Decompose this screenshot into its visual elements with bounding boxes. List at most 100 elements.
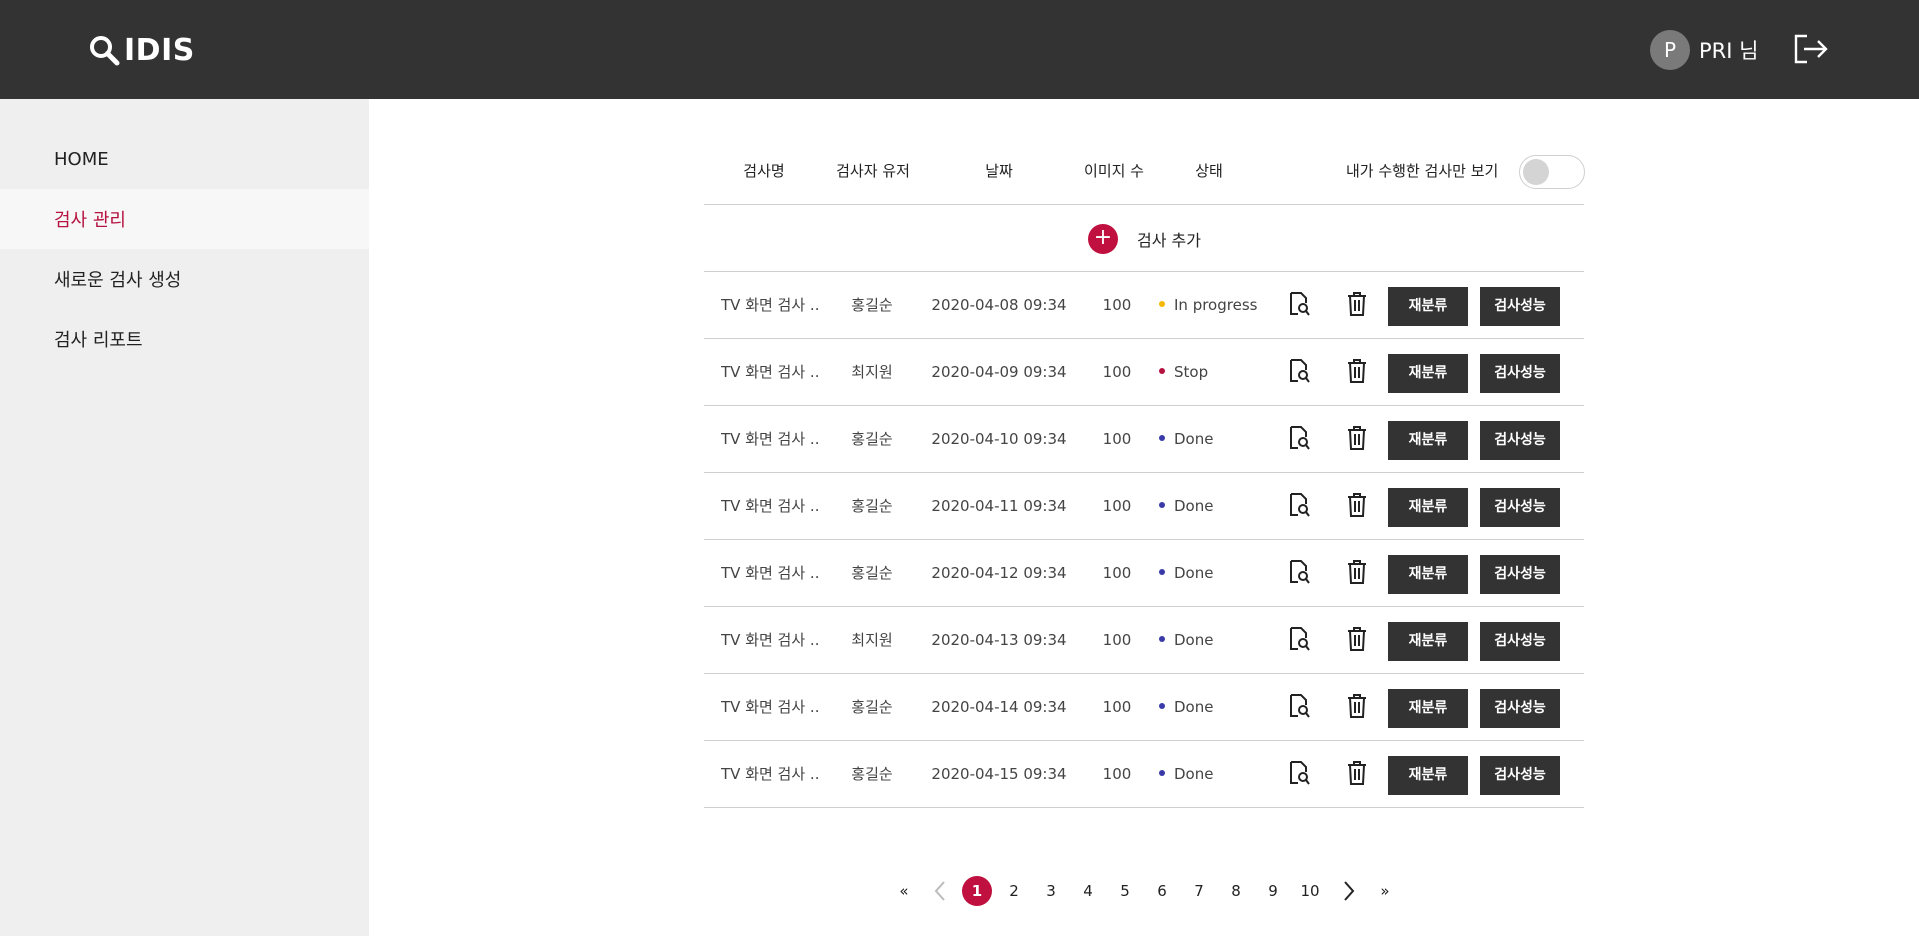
reclassify-button[interactable]: 재분류 bbox=[1388, 287, 1468, 326]
last-page-button[interactable]: » bbox=[1370, 876, 1400, 906]
trash-icon[interactable] bbox=[1345, 626, 1369, 652]
view-document-icon[interactable] bbox=[1287, 760, 1311, 786]
status-dot bbox=[1159, 434, 1165, 441]
table-row[interactable]: TV 화면 검사 ... 홍길순 2020-04-08 09:34 100 In pro… bbox=[704, 272, 1584, 339]
inspection-name: TV 화면 검사 ... bbox=[721, 631, 821, 649]
view-document-icon[interactable] bbox=[1287, 693, 1311, 719]
add-inspection-row: + 검사 추가 bbox=[704, 205, 1584, 272]
inspection-name: TV 화면 검사 ... bbox=[721, 497, 821, 515]
page-button[interactable]: 10 bbox=[1295, 876, 1325, 906]
image-count: 100 bbox=[1102, 698, 1132, 716]
add-inspection-button[interactable]: + 검사 추가 bbox=[1088, 223, 1201, 255]
column-header-image-count[interactable]: 이미지 수 bbox=[1069, 150, 1159, 192]
table-row[interactable]: TV 화면 검사 ... 최지원 2020-04-09 09:34 100 Stop 재분… bbox=[704, 339, 1584, 406]
table-row[interactable]: TV 화면 검사 ... 홍길순 2020-04-11 09:34 100 Done 재분… bbox=[704, 473, 1584, 540]
inspection-performance-button[interactable]: 검사성능 bbox=[1480, 287, 1560, 326]
reclassify-button[interactable]: 재분류 bbox=[1388, 689, 1468, 728]
column-header-date[interactable]: 날짜 bbox=[954, 150, 1044, 192]
column-header-user[interactable]: 검사자 유저 bbox=[820, 150, 926, 192]
page-button[interactable]: 3 bbox=[1036, 876, 1066, 906]
inspection-date: 2020-04-15 09:34 bbox=[931, 765, 1067, 783]
status-label: Done bbox=[1174, 564, 1214, 582]
status-dot bbox=[1159, 769, 1165, 776]
inspection-performance-button[interactable]: 검사성능 bbox=[1480, 622, 1560, 661]
first-page-button[interactable]: « bbox=[889, 876, 919, 906]
sidebar: HOME 검사 관리 새로운 검사 생성 검사 리포트 bbox=[0, 99, 369, 936]
page-button[interactable]: 9 bbox=[1258, 876, 1288, 906]
view-document-icon[interactable] bbox=[1287, 291, 1311, 317]
view-document-icon[interactable] bbox=[1287, 358, 1311, 384]
reclassify-button[interactable]: 재분류 bbox=[1388, 555, 1468, 594]
view-document-icon[interactable] bbox=[1287, 626, 1311, 652]
my-inspections-toggle[interactable] bbox=[1519, 155, 1585, 189]
user-menu[interactable]: P PRI 님 bbox=[1650, 30, 1758, 70]
status-label: Done bbox=[1174, 698, 1214, 716]
image-count: 100 bbox=[1102, 564, 1132, 582]
trash-icon[interactable] bbox=[1345, 492, 1369, 518]
status-label: Done bbox=[1174, 765, 1214, 783]
reclassify-button[interactable]: 재분류 bbox=[1388, 354, 1468, 393]
status-dot bbox=[1159, 501, 1165, 508]
trash-icon[interactable] bbox=[1345, 291, 1369, 317]
add-inspection-label: 검사 추가 bbox=[1137, 231, 1201, 250]
table-row[interactable]: TV 화면 검사 ... 홍길순 2020-04-15 09:34 100 Done 재분… bbox=[704, 741, 1584, 808]
view-document-icon[interactable] bbox=[1287, 425, 1311, 451]
table-header: 검사명 검사자 유저 날짜 이미지 수 상태 내가 수행한 검사만 보기 bbox=[704, 150, 1585, 205]
inspection-name: TV 화면 검사 ... bbox=[721, 430, 821, 448]
trash-icon[interactable] bbox=[1345, 358, 1369, 384]
inspection-performance-button[interactable]: 검사성능 bbox=[1480, 421, 1560, 460]
inspection-date: 2020-04-10 09:34 bbox=[931, 430, 1067, 448]
status-label: Done bbox=[1174, 430, 1214, 448]
column-header-name[interactable]: 검사명 bbox=[724, 150, 804, 192]
sidebar-item-new-inspection[interactable]: 새로운 검사 생성 bbox=[0, 249, 369, 309]
status-label: Done bbox=[1174, 631, 1214, 649]
inspection-date: 2020-04-09 09:34 bbox=[931, 363, 1067, 381]
status-dot bbox=[1159, 300, 1165, 307]
inspector-user: 최지원 bbox=[851, 631, 893, 649]
image-count: 100 bbox=[1102, 430, 1132, 448]
trash-icon[interactable] bbox=[1345, 693, 1369, 719]
reclassify-button[interactable]: 재분류 bbox=[1388, 488, 1468, 527]
avatar: P bbox=[1650, 30, 1690, 70]
inspection-name: TV 화면 검사 ... bbox=[721, 765, 821, 783]
sidebar-item-inspection-report[interactable]: 검사 리포트 bbox=[0, 309, 369, 369]
status: Done bbox=[1159, 473, 1279, 540]
table-row[interactable]: TV 화면 검사 ... 홍길순 2020-04-10 09:34 100 Done 재분… bbox=[704, 406, 1584, 473]
page-button[interactable]: 8 bbox=[1221, 876, 1251, 906]
reclassify-button[interactable]: 재분류 bbox=[1388, 622, 1468, 661]
inspector-user: 홍길순 bbox=[851, 296, 893, 314]
reclassify-button[interactable]: 재분류 bbox=[1388, 421, 1468, 460]
page-button[interactable]: 2 bbox=[999, 876, 1029, 906]
sidebar-item-home[interactable]: HOME bbox=[0, 129, 369, 189]
column-header-status[interactable]: 상태 bbox=[1176, 150, 1242, 192]
page-button[interactable]: 5 bbox=[1110, 876, 1140, 906]
logo[interactable]: IDIS bbox=[88, 30, 195, 70]
image-count: 100 bbox=[1102, 497, 1132, 515]
logout-icon[interactable] bbox=[1793, 33, 1829, 65]
inspector-user: 최지원 bbox=[851, 363, 893, 381]
status: Done bbox=[1159, 540, 1279, 607]
inspection-date: 2020-04-13 09:34 bbox=[931, 631, 1067, 649]
chevron-left-icon[interactable] bbox=[926, 876, 956, 906]
trash-icon[interactable] bbox=[1345, 760, 1369, 786]
inspection-performance-button[interactable]: 검사성능 bbox=[1480, 555, 1560, 594]
inspection-performance-button[interactable]: 검사성능 bbox=[1480, 689, 1560, 728]
page-button-current[interactable]: 1 bbox=[962, 876, 992, 906]
page-button[interactable]: 4 bbox=[1073, 876, 1103, 906]
chevron-right-icon[interactable] bbox=[1334, 876, 1364, 906]
table-row[interactable]: TV 화면 검사 ... 최지원 2020-04-13 09:34 100 Done 재분… bbox=[704, 607, 1584, 674]
inspection-performance-button[interactable]: 검사성능 bbox=[1480, 756, 1560, 795]
inspection-performance-button[interactable]: 검사성능 bbox=[1480, 354, 1560, 393]
trash-icon[interactable] bbox=[1345, 425, 1369, 451]
view-document-icon[interactable] bbox=[1287, 559, 1311, 585]
status-dot bbox=[1159, 367, 1165, 374]
sidebar-item-inspection-management[interactable]: 검사 관리 bbox=[0, 189, 369, 249]
table-row[interactable]: TV 화면 검사 ... 홍길순 2020-04-12 09:34 100 Done 재분… bbox=[704, 540, 1584, 607]
view-document-icon[interactable] bbox=[1287, 492, 1311, 518]
page-button[interactable]: 7 bbox=[1184, 876, 1214, 906]
inspection-performance-button[interactable]: 검사성능 bbox=[1480, 488, 1560, 527]
trash-icon[interactable] bbox=[1345, 559, 1369, 585]
page-button[interactable]: 6 bbox=[1147, 876, 1177, 906]
reclassify-button[interactable]: 재분류 bbox=[1388, 756, 1468, 795]
table-row[interactable]: TV 화면 검사 ... 홍길순 2020-04-14 09:34 100 Done 재분… bbox=[704, 674, 1584, 741]
